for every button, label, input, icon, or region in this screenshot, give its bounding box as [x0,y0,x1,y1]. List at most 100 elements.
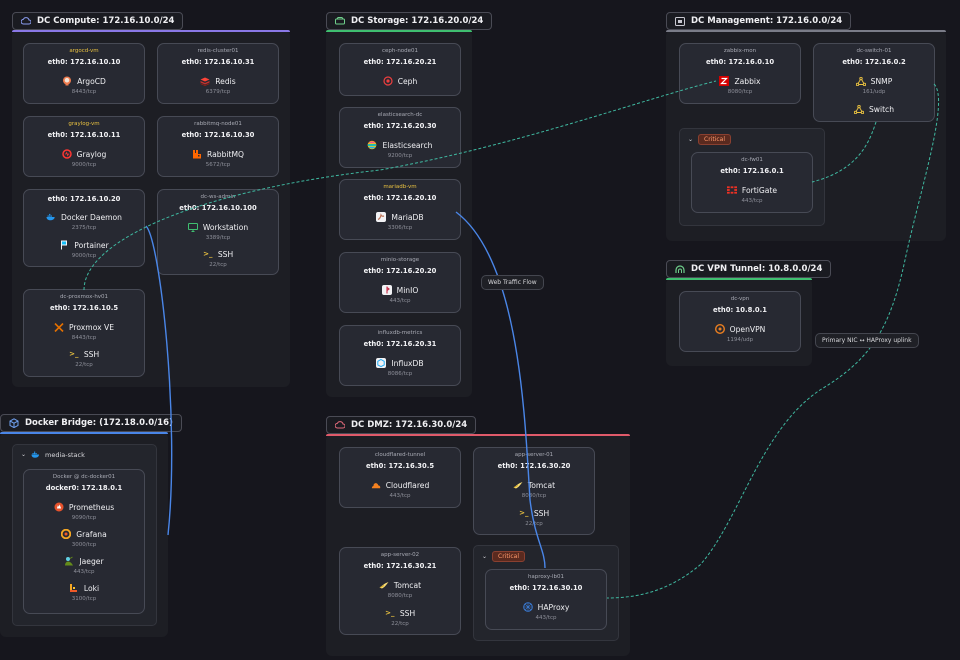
group-title-dc-vpn-tunnel[interactable]: DC VPN Tunnel: 10.8.0.0/24 [666,260,832,278]
node-dc-fw01[interactable]: dc-fw01 eth0: 172.16.0.1 FortiGate 443/t… [691,152,813,213]
node-docker-dc-docker01[interactable]: Docker @ dc-docker01 docker0: 172.18.0.1… [23,469,145,614]
node-graylog-vm[interactable]: graylog-vm eth0: 172.16.10.11 Graylog 90… [23,116,145,177]
group-title-docker-bridge[interactable]: Docker Bridge: (172.18.0.0/16) [0,414,182,432]
service-redis[interactable]: Redis 6379/tcp [158,76,278,95]
node-ip: eth0: 172.16.30.21 [363,562,437,570]
fortigate-icon [726,185,737,195]
subgroup-header-mgmt-critical[interactable]: ⌄ Critical [688,134,732,145]
node-mariadb-vm[interactable]: mariadb-vm eth0: 172.16.20.10 MariaDB 33… [339,179,461,240]
service-loki[interactable]: Loki 3100/tcp [24,583,144,602]
service-graylog[interactable]: Graylog 9000/tcp [24,149,144,168]
node-app-server-02[interactable]: app-server-02 eth0: 172.16.30.21 Tomcat … [339,547,461,635]
node-ceph-node01[interactable]: ceph-node01 eth0: 172.16.20.21 Ceph [339,43,461,96]
service-minio[interactable]: MinIO 443/tcp [340,285,460,304]
group-title-dc-storage[interactable]: DC Storage: 172.16.20.0/24 [326,12,493,30]
monitor-icon [187,222,198,232]
chevron-down-icon: ⌄ [688,136,694,143]
node-name: influxdb-metrics [377,330,423,336]
node-dc-proxmox-hv01[interactable]: dc-proxmox-hv01 eth0: 172.16.10.5 Proxmo… [23,289,145,377]
critical-badge: Critical [698,134,732,145]
node-ip: eth0: 172.16.10.5 [49,304,119,312]
monitor-icon [675,16,685,26]
node-redis-cluster01[interactable]: redis-cluster01 eth0: 172.16.10.31 Redis… [157,43,279,104]
service-portainer[interactable]: Portainer 9000/tcp [24,240,144,259]
terminal-icon: >_ [519,508,529,517]
service-openvpn[interactable]: OpenVPN 1194/udp [680,324,800,343]
critical-badge: Critical [492,551,526,562]
node-ip: eth0: 172.16.10.31 [181,58,255,66]
node-dc-vpn[interactable]: dc-vpn eth0: 10.8.0.1 OpenVPN 1194/udp [679,291,801,352]
node-rabbitmq-node01[interactable]: rabbitmq-node01 eth0: 172.16.10.30 Rabbi… [157,116,279,177]
node-ip: eth0: 172.16.10.10 [47,58,121,66]
service-ssh[interactable]: >_ SSH 22/tcp [340,608,460,628]
service-switch[interactable]: Switch [814,104,934,114]
node-name: dc-proxmox-hv01 [59,294,109,300]
chevron-down-icon: ⌄ [482,553,488,560]
node-argocd-vm[interactable]: argocd-vm eth0: 172.16.10.10 ArgoCD 8443… [23,43,145,104]
loki-icon [69,583,79,593]
service-grafana[interactable]: Grafana 3000/tcp [24,529,144,548]
node-cloudflared-tunnel[interactable]: cloudflared-tunnel eth0: 172.16.30.5 Clo… [339,447,461,508]
service-snmp[interactable]: SNMP 161/udp [814,76,934,95]
docker-icon [31,450,40,459]
tomcat-icon [379,580,389,590]
elasticsearch-icon [367,140,377,150]
service-cloudflared[interactable]: Cloudflared 443/tcp [340,480,460,499]
node-ip: eth0: 172.16.10.100 [179,204,257,212]
service-fortigate[interactable]: FortiGate 443/tcp [692,185,812,204]
edge-label-nic-haproxy-uplink[interactable]: Primary NIC ↔ HAProxy uplink [815,333,919,348]
openvpn-icon [714,324,725,334]
edge-label-web-traffic-flow[interactable]: Web Traffic Flow [481,275,544,290]
service-influxdb[interactable]: InfluxDB 8086/tcp [340,358,460,377]
redis-icon [200,76,210,86]
service-haproxy[interactable]: HAProxy 443/tcp [486,602,606,621]
node-ip: docker0: 172.18.0.1 [45,484,123,492]
service-ssh[interactable]: >_ SSH 22/tcp [474,508,594,528]
node-ip: eth0: 10.8.0.1 [713,306,767,314]
group-title-dc-dmz[interactable]: DC DMZ: 172.16.30.0/24 [326,416,477,434]
service-prometheus[interactable]: Prometheus 9090/tcp [24,502,144,521]
service-proxmox-ve[interactable]: Proxmox VE 8443/tcp [24,322,144,341]
node-dc-switch-01[interactable]: dc-switch-01 eth0: 172.16.0.2 SNMP 161/u… [813,43,935,122]
node-name: dc-vpn [730,296,750,302]
node-haproxy-lb01[interactable]: haproxy-lb01 eth0: 172.16.30.10 HAProxy … [485,569,607,630]
service-rabbitmq[interactable]: RabbitMQ 5672/tcp [158,149,278,168]
node-minio-storage[interactable]: minio-storage eth0: 172.16.20.20 MinIO 4… [339,252,461,313]
service-tomcat[interactable]: Tomcat 8080/tcp [474,480,594,499]
node-app-server-01[interactable]: app-server-01 eth0: 172.16.30.20 Tomcat … [473,447,595,535]
service-argocd[interactable]: ArgoCD 8443/tcp [24,76,144,95]
group-title-dc-management[interactable]: DC Management: 172.16.0.0/24 [666,12,852,30]
service-ceph[interactable]: Ceph [340,76,460,86]
node-ip: eth0: 172.16.20.21 [363,58,437,66]
node-influxdb-metrics[interactable]: influxdb-metrics eth0: 172.16.20.31 Infl… [339,325,461,386]
service-jaeger[interactable]: Jaeger 443/tcp [24,556,144,575]
subgroup-header-media-stack[interactable]: ⌄ media-stack [21,450,85,459]
node-dc-ws-admin[interactable]: dc-ws-admin eth0: 172.16.10.100 Workstat… [157,189,279,275]
subgroup-header-dmz-critical[interactable]: ⌄ Critical [482,551,526,562]
node-name: cloudflared-tunnel [374,452,426,458]
node-name: graylog-vm [68,121,100,127]
portainer-icon [59,240,69,250]
terminal-icon: >_ [203,249,213,258]
terminal-icon: >_ [69,349,79,358]
service-ssh[interactable]: >_ SSH 22/tcp [158,249,278,269]
switch-icon [853,104,864,114]
service-workstation[interactable]: Workstation 3389/tcp [158,222,278,241]
tunnel-icon [675,264,685,274]
node-zabbix-mon[interactable]: zabbix-mon eth0: 172.16.0.10 Zabbix 8080… [679,43,801,104]
service-ssh[interactable]: >_ SSH 22/tcp [24,349,144,369]
node-docker-host[interactable]: eth0: 172.16.10.20 Docker Daemon 2375/tc… [23,189,145,267]
storage-icon [335,16,345,26]
service-tomcat[interactable]: Tomcat 8080/tcp [340,580,460,599]
service-docker-daemon[interactable]: Docker Daemon 2375/tcp [24,212,144,231]
service-elasticsearch[interactable]: Elasticsearch 9200/tcp [340,140,460,159]
service-zabbix[interactable]: Zabbix 8080/tcp [680,76,800,95]
ceph-icon [383,76,393,86]
service-mariadb[interactable]: MariaDB 3306/tcp [340,212,460,231]
group-title-dc-compute[interactable]: DC Compute: 172.16.10.0/24 [12,12,184,30]
node-elasticsearch-dc[interactable]: elasticsearch-dc eth0: 172.16.20.30 Elas… [339,107,461,168]
node-name: elasticsearch-dc [377,112,423,118]
node-name: app-server-01 [514,452,554,458]
node-name: haproxy-lb01 [527,574,565,580]
node-name: dc-fw01 [741,157,763,163]
